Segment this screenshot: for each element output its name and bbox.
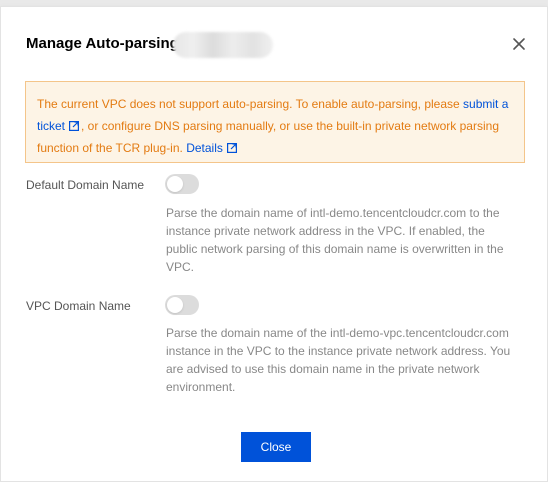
default-domain-name-description: Parse the domain name of intl-demo.tence… [166,206,504,274]
close-icon[interactable] [509,34,529,54]
dialog-title: Manage Auto-parsing [26,35,179,52]
manage-auto-parsing-dialog: Manage Auto-parsing The current VPC does… [0,6,548,482]
warning-text-middle: , or configure DNS parsing manually, or … [37,119,499,155]
vpc-domain-name-description: Parse the domain name of the intl-demo-v… [166,326,511,394]
vpc-domain-name-label: VPC Domain Name [26,299,131,313]
redacted-instance-name [173,32,273,58]
details-link[interactable]: Details [186,141,223,155]
close-button[interactable]: Close [241,432,311,462]
default-domain-name-label: Default Domain Name [26,178,145,192]
external-link-icon[interactable] [69,116,80,132]
toggle-knob [167,297,183,313]
vpc-warning-alert: The current VPC does not support auto-pa… [25,81,525,163]
vpc-domain-name-toggle[interactable] [165,295,199,315]
warning-text-intro: The current VPC does not support auto-pa… [37,97,464,111]
external-link-icon[interactable] [226,138,237,154]
toggle-knob [167,176,183,192]
default-domain-name-toggle[interactable] [165,174,199,194]
